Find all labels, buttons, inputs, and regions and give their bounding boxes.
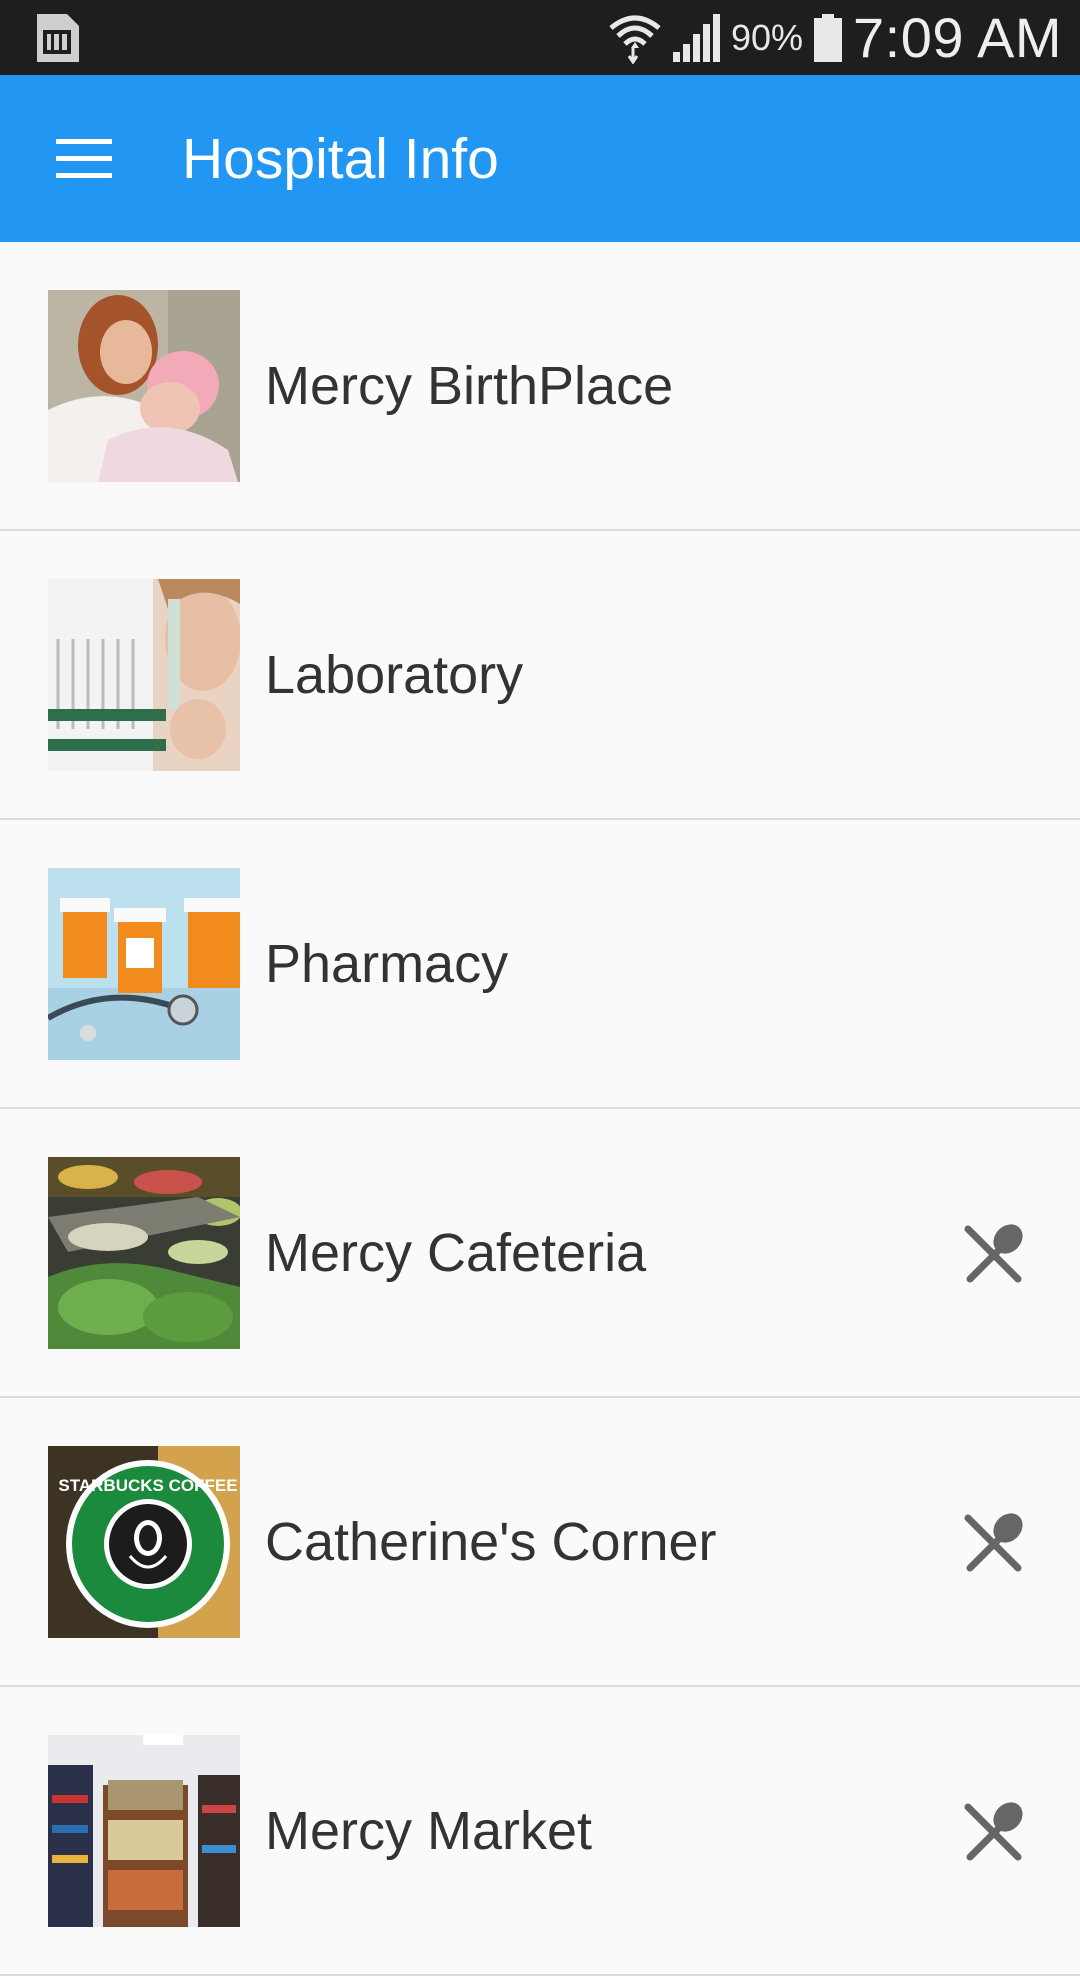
dining-utensils-icon[interactable] [954, 1502, 1034, 1582]
list-item-label: Catherine's Corner [265, 1511, 717, 1572]
list-item-label: Mercy Market [265, 1800, 593, 1861]
signal-icon [672, 13, 720, 62]
dining-utensils-icon[interactable] [954, 1791, 1034, 1871]
list-item-pharmacy[interactable]: Pharmacy [0, 820, 1080, 1109]
dining-utensils-icon[interactable] [954, 1213, 1034, 1293]
wifi-icon [609, 15, 661, 64]
clock: 7:09 AM [853, 6, 1062, 69]
battery-icon [814, 13, 843, 62]
list-item-mercy-market[interactable]: Mercy Market [0, 1687, 1080, 1976]
hospital-info-list: Mercy BirthPlace Laboratory Pharmacy Mer… [0, 242, 1080, 1976]
pill-bottles-stethoscope-photo [48, 867, 240, 1060]
mother-and-newborn-photo [48, 289, 240, 482]
menu-button[interactable] [40, 115, 128, 203]
starbucks-sign-text: STARBUCKS COFFEE [58, 1476, 237, 1495]
starbucks-coffee-sign-photo: STARBUCKS COFFEE [48, 1445, 240, 1638]
page-title: Hospital Info [182, 126, 499, 191]
list-item-label: Mercy BirthPlace [265, 355, 674, 416]
list-item-label: Mercy Cafeteria [265, 1222, 647, 1283]
lab-technician-test-tubes-photo [48, 578, 240, 771]
market-snack-shelves-photo [48, 1734, 240, 1927]
list-item-mercy-birthplace[interactable]: Mercy BirthPlace [0, 242, 1080, 531]
sim-card-icon [37, 14, 79, 62]
list-item-mercy-cafeteria[interactable]: Mercy Cafeteria [0, 1109, 1080, 1398]
list-item-catherines-corner[interactable]: STARBUCKS COFFEE Catherine's Corner [0, 1398, 1080, 1687]
salad-bar-photo [48, 1156, 240, 1349]
list-item-laboratory[interactable]: Laboratory [0, 531, 1080, 820]
app-bar: Hospital Info [0, 75, 1080, 242]
list-item-label: Pharmacy [265, 933, 509, 994]
battery-percent: 90% [730, 16, 804, 58]
status-bar: 90% 7:09 AM [0, 0, 1080, 75]
list-item-label: Laboratory [265, 644, 524, 705]
hamburger-menu-icon [56, 138, 112, 178]
